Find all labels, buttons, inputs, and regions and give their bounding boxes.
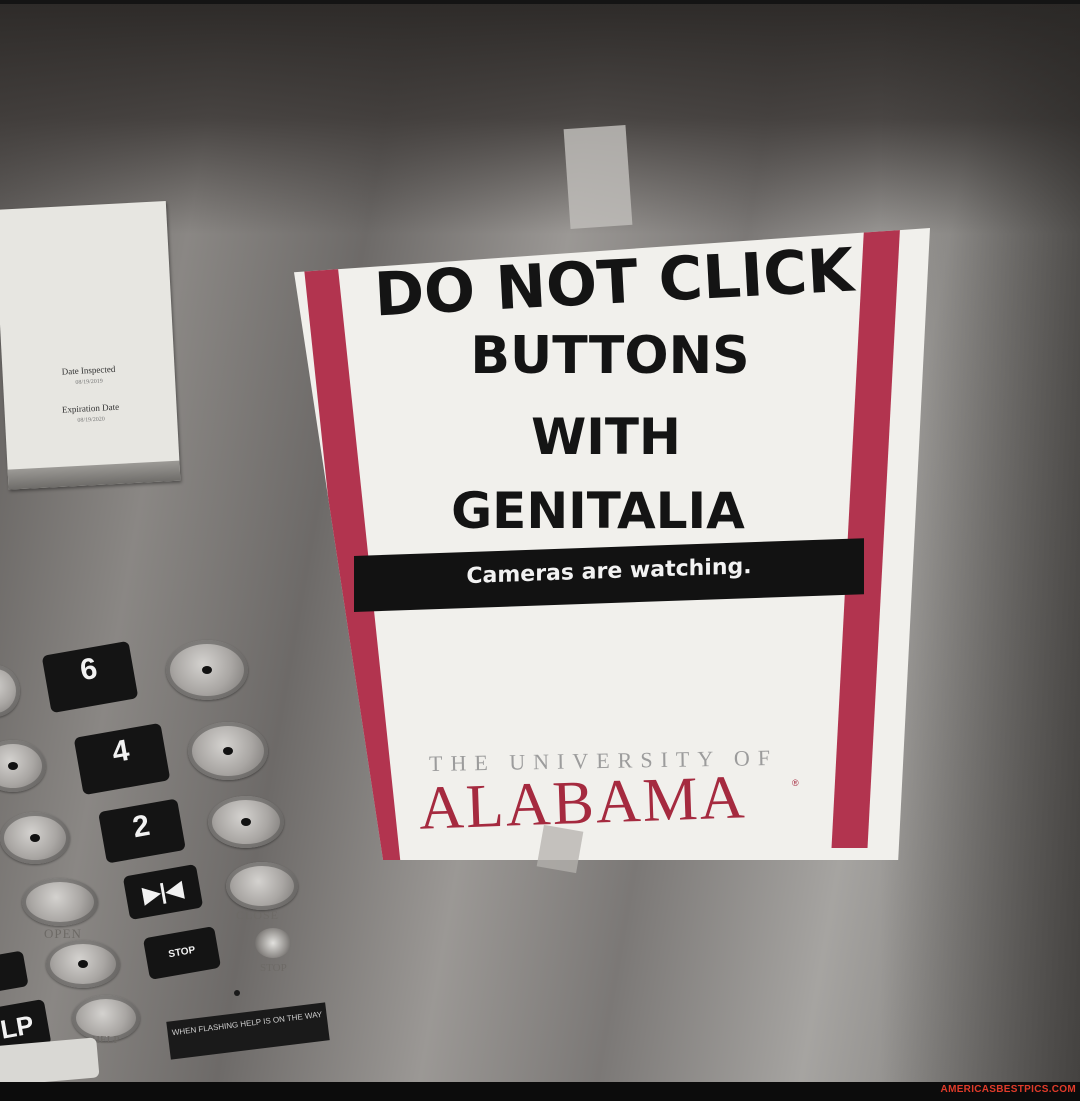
sign-headline-line-1: DO NOT CLICK (372, 235, 856, 331)
elevator-button-open[interactable] (22, 878, 98, 926)
warning-sign: DO NOT CLICK BUTTONS WITH GENITALIA Came… (294, 228, 930, 860)
photo-scene: Date Inspected 08/19/2019 Expiration Dat… (0, 0, 1080, 1101)
cameras-text: Cameras are watching. (466, 554, 752, 590)
elevator-button-close[interactable] (226, 862, 298, 910)
cert-fine-print (0, 221, 167, 230)
button-indicator (30, 834, 40, 842)
elevator-button-left-3[interactable] (0, 812, 70, 864)
sign-headline-line-4: GENITALIA (451, 482, 745, 540)
button-indicator (78, 960, 88, 968)
tape-strip-bottom (536, 824, 584, 874)
elevator-button-alarm[interactable] (46, 940, 120, 988)
stop-key-switch[interactable] (255, 928, 291, 958)
button-indicator (223, 747, 233, 755)
engraved-stop: STOP (260, 962, 287, 974)
tape-strip-top (563, 124, 633, 230)
button-indicator (8, 762, 18, 770)
elevator-button-floor-4[interactable] (188, 722, 268, 780)
cameras-band: Cameras are watching. (354, 538, 864, 612)
elevator-button-floor-6[interactable] (166, 640, 248, 700)
engraved-close: CLOSE (236, 908, 280, 922)
inspection-certificate: Date Inspected 08/19/2019 Expiration Dat… (0, 200, 181, 490)
sign-paper: DO NOT CLICK BUTTONS WITH GENITALIA Came… (294, 228, 930, 860)
engraved-open: OPEN (44, 926, 82, 941)
indicator-dot (234, 990, 240, 996)
registered-mark: ® (792, 778, 799, 788)
sign-headline-line-2: BUTTONS (470, 326, 750, 386)
bottom-bar (0, 1082, 1080, 1101)
sign-headline-line-3: WITH (531, 408, 681, 466)
elevator-button-floor-2[interactable] (208, 796, 284, 848)
watermark: AMERICASBESTPICS.COM (940, 1084, 1076, 1095)
button-indicator (202, 666, 212, 674)
button-indicator (241, 818, 251, 826)
